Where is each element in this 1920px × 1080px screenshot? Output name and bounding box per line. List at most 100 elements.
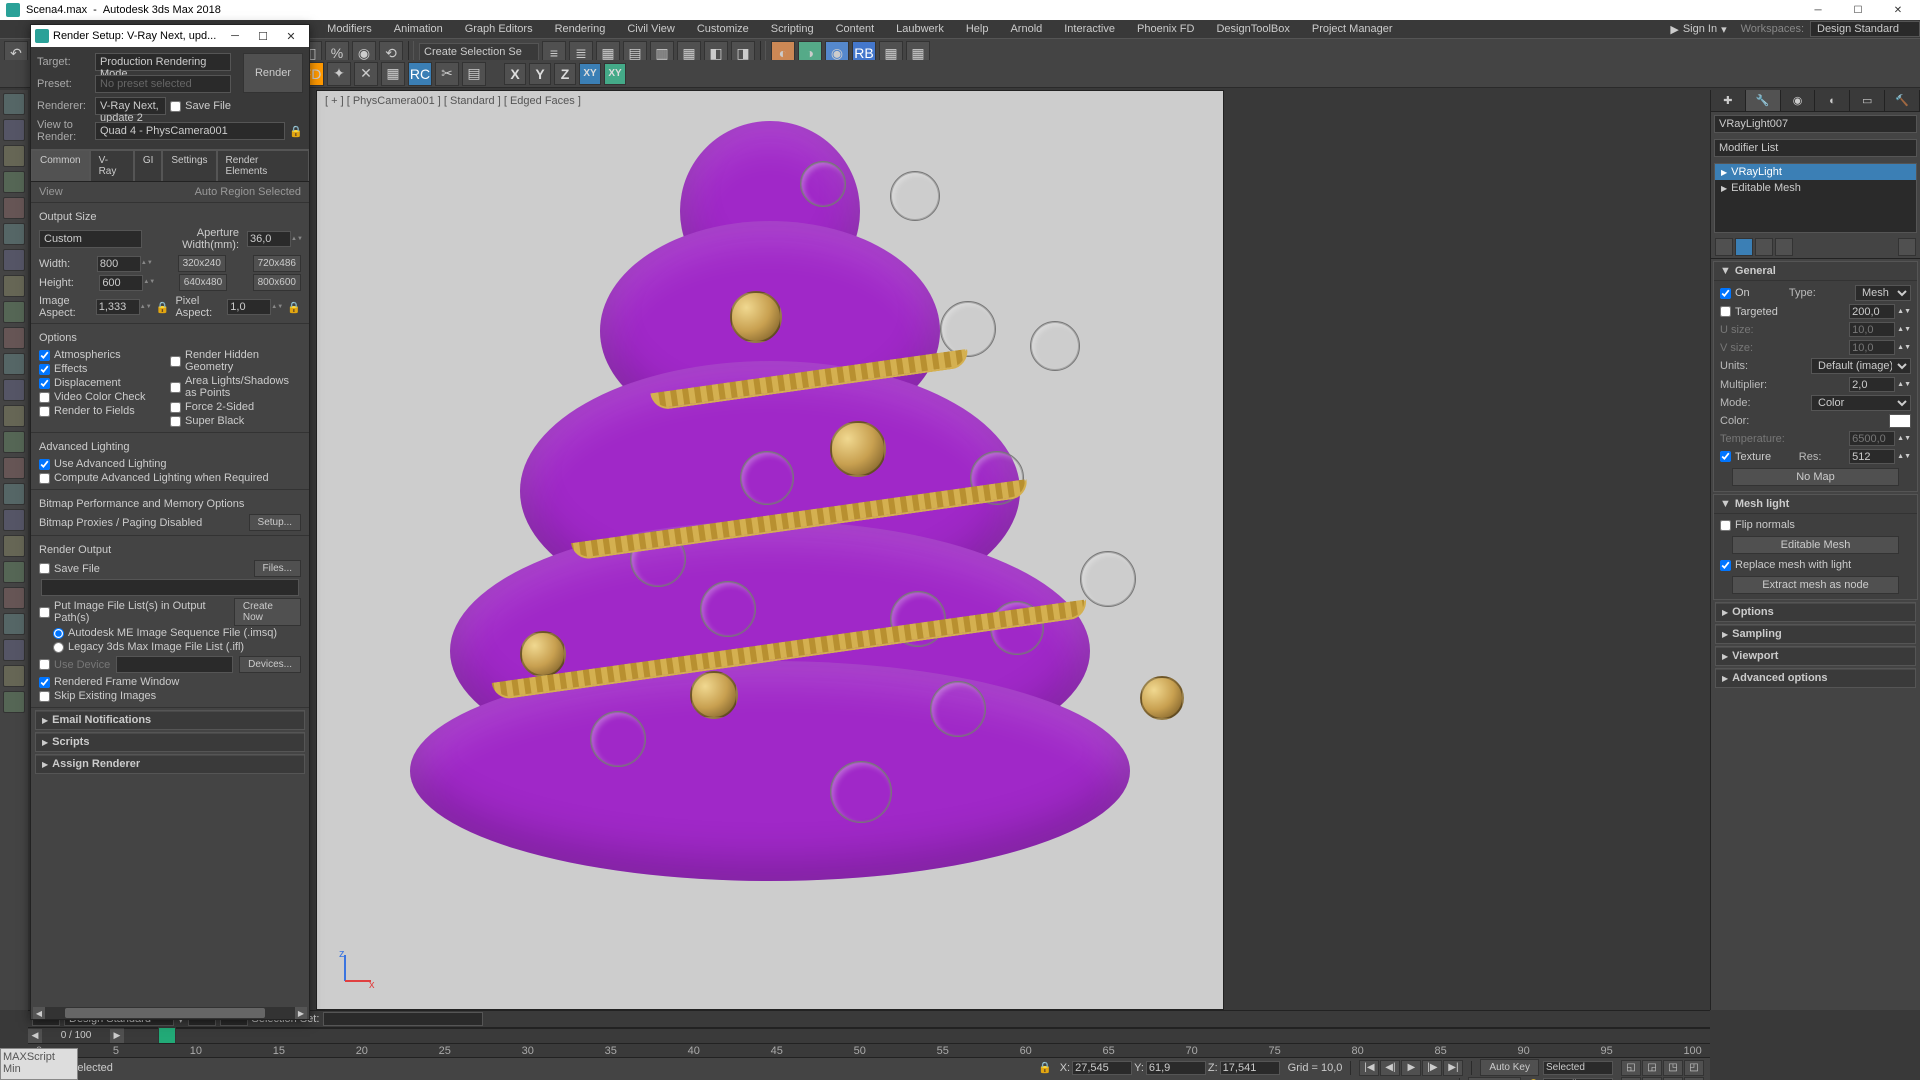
goto-start[interactable]: |◀ xyxy=(1359,1060,1379,1076)
menu-modifiers[interactable]: Modifiers xyxy=(317,21,382,37)
render-min-button[interactable]: ─ xyxy=(221,26,249,46)
render-max-button[interactable]: ☐ xyxy=(249,26,277,46)
close-button[interactable]: ✕ xyxy=(1878,0,1918,20)
maxscript-mini[interactable]: MAXScript Min xyxy=(0,1048,78,1080)
render-button[interactable]: Render xyxy=(243,53,303,93)
lock-icon-3[interactable]: 🔒 xyxy=(287,301,301,314)
cb-flip[interactable]: Flip normals xyxy=(1720,518,1911,532)
pxaspect-input[interactable] xyxy=(227,299,271,315)
ro-sampling[interactable]: ▶Sampling xyxy=(1715,624,1916,644)
st-2[interactable]: ✕ xyxy=(354,62,378,86)
st-4[interactable]: ✂ xyxy=(435,62,459,86)
savefile-cb[interactable]: Save File xyxy=(170,99,231,113)
ld-18[interactable] xyxy=(3,535,25,557)
lock-status-icon[interactable]: 🔒 xyxy=(1038,1061,1052,1074)
cmd-tab-motion[interactable]: ◐ xyxy=(1815,90,1850,111)
cb-alsp[interactable]: Area Lights/Shadows as Points xyxy=(170,374,301,400)
ld-13[interactable] xyxy=(3,405,25,427)
cb-use-device[interactable]: Use Device xyxy=(39,658,110,672)
cb-skip[interactable]: Skip Existing Images xyxy=(39,689,301,703)
nomap-button[interactable]: No Map xyxy=(1732,468,1899,486)
rb-button[interactable]: RB xyxy=(852,41,876,65)
output-size-combo[interactable]: Custom xyxy=(39,230,142,248)
menu-help[interactable]: Help xyxy=(956,21,999,37)
ld-7[interactable] xyxy=(3,249,25,271)
lock-icon[interactable]: 🔒 xyxy=(289,125,303,138)
viewport-label[interactable]: [ + ] [ PhysCamera001 ] [ Standard ] [ E… xyxy=(325,95,581,107)
toggle-4[interactable]: ▤ xyxy=(623,41,647,65)
mb-4[interactable] xyxy=(1775,238,1793,256)
panel-hscroll[interactable]: ◀▶ xyxy=(35,1007,295,1019)
autokey-btn[interactable]: Auto Key xyxy=(1480,1059,1539,1076)
prev-frame[interactable]: ◀| xyxy=(1380,1060,1400,1076)
modifier-list-combo[interactable]: Modifier List xyxy=(1714,139,1917,157)
time-slider[interactable] xyxy=(124,1028,1710,1044)
tab-common[interactable]: Common xyxy=(31,150,90,181)
cmd-tab-hierarchy[interactable]: ◉ xyxy=(1781,90,1816,111)
create-now-btn[interactable]: Create Now xyxy=(234,598,301,626)
ld-1[interactable] xyxy=(3,93,25,115)
st-1[interactable]: ✦ xyxy=(327,62,351,86)
ro-advopts[interactable]: ▶Advanced options xyxy=(1715,668,1916,688)
stack-editable-mesh[interactable]: ▶Editable Mesh xyxy=(1715,180,1916,196)
units-combo[interactable]: Default (image) xyxy=(1811,358,1911,374)
x-input[interactable] xyxy=(1072,1061,1132,1075)
cb-use-adv-lighting[interactable]: Use Advanced Lighting xyxy=(39,457,301,471)
lock-icon-2[interactable]: 🔒 xyxy=(156,301,170,314)
mb-2[interactable] xyxy=(1735,238,1753,256)
ld-4[interactable] xyxy=(3,171,25,193)
ld-12[interactable] xyxy=(3,379,25,401)
ld-24[interactable] xyxy=(3,691,25,713)
selection-set-combo[interactable]: Create Selection Se xyxy=(419,43,539,63)
next-frame[interactable]: |▶ xyxy=(1422,1060,1442,1076)
maximize-button[interactable]: ☐ xyxy=(1838,0,1878,20)
cb-texture[interactable]: Texture xyxy=(1720,450,1771,464)
color-swatch[interactable] xyxy=(1889,414,1911,428)
ro-email[interactable]: ▶Email Notifications xyxy=(35,710,305,730)
targeted-input[interactable] xyxy=(1849,304,1895,319)
play[interactable]: ▶ xyxy=(1401,1060,1421,1076)
ld-19[interactable] xyxy=(3,561,25,583)
cb-replace[interactable]: Replace mesh with light xyxy=(1720,558,1911,572)
ld-11[interactable] xyxy=(3,353,25,375)
menu-phoenixfd[interactable]: Phoenix FD xyxy=(1127,21,1204,37)
viewport[interactable]: [ + ] [ PhysCamera001 ] [ Standard ] [ E… xyxy=(316,90,1224,1010)
ld-3[interactable] xyxy=(3,145,25,167)
rc-button[interactable]: RC xyxy=(408,62,432,86)
cb-compute-adv[interactable]: Compute Advanced Lighting when Required xyxy=(39,471,301,485)
tab-settings[interactable]: Settings xyxy=(162,150,216,181)
preset-720[interactable]: 720x486 xyxy=(253,255,301,272)
ld-14[interactable] xyxy=(3,431,25,453)
render-close-button[interactable]: ✕ xyxy=(277,26,305,46)
res-input[interactable] xyxy=(1849,449,1895,464)
menu-scripting[interactable]: Scripting xyxy=(761,21,824,37)
cb-atmospherics[interactable]: Atmospherics xyxy=(39,348,170,362)
file-path-input[interactable] xyxy=(41,579,299,596)
material-editor-button[interactable]: ◐ xyxy=(771,41,795,65)
preset-combo[interactable]: No preset selected xyxy=(95,75,231,93)
vtr-combo[interactable]: Quad 4 - PhysCamera001 xyxy=(95,122,285,140)
stack-vraylight[interactable]: ▶VRayLight xyxy=(1715,164,1916,180)
mode-combo[interactable]: Color xyxy=(1811,395,1911,411)
modifier-stack[interactable]: ▶VRayLight ▶Editable Mesh xyxy=(1714,163,1917,233)
workspace-combo[interactable]: Design Standard xyxy=(1810,21,1920,37)
tab-gi[interactable]: GI xyxy=(134,150,163,181)
imgaspect-input[interactable] xyxy=(96,299,140,315)
cmd-tab-display[interactable]: ▭ xyxy=(1850,90,1885,111)
preset-640[interactable]: 640x480 xyxy=(179,274,227,291)
ld-5[interactable] xyxy=(3,197,25,219)
menu-arnold[interactable]: Arnold xyxy=(1000,21,1052,37)
aperture-input[interactable] xyxy=(247,231,291,247)
renderer-combo[interactable]: V-Ray Next, update 2 xyxy=(95,97,166,115)
object-name-input[interactable] xyxy=(1714,115,1917,133)
nav-4[interactable]: ◰ xyxy=(1684,1060,1704,1076)
btn-editable-mesh[interactable]: Editable Mesh xyxy=(1732,536,1899,554)
st-3[interactable]: ▦ xyxy=(381,62,405,86)
menu-laubwerk[interactable]: Laubwerk xyxy=(886,21,954,37)
ld-23[interactable] xyxy=(3,665,25,687)
multiplier-input[interactable] xyxy=(1849,377,1895,392)
ld-9[interactable] xyxy=(3,301,25,323)
ro-scripts[interactable]: ▶Scripts xyxy=(35,732,305,752)
menu-content[interactable]: Content xyxy=(826,21,885,37)
cb-effects[interactable]: Effects xyxy=(39,362,170,376)
